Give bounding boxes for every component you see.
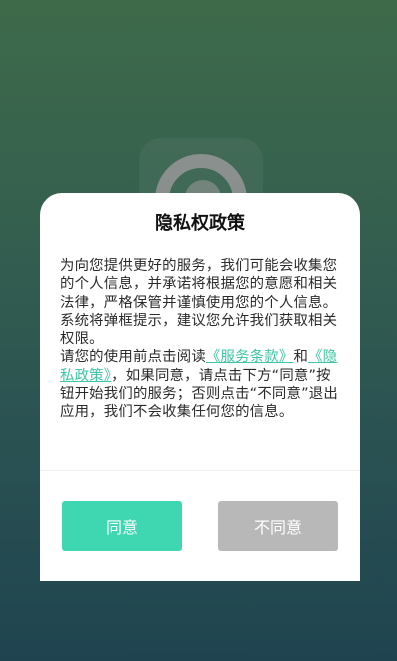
terms-link[interactable]: 《服务条款》	[206, 349, 294, 365]
divider	[40, 470, 360, 471]
dialog-body: 为向您提供更好的服务，我们可能会收集您的个人信息，并承诺将根据您的意愿和相关法律…	[60, 257, 342, 422]
privacy-dialog: 隐私权政策 为向您提供更好的服务，我们可能会收集您的个人信息，并承诺将根据您的意…	[40, 193, 360, 581]
splash-screen: 隐私权政策 为向您提供更好的服务，我们可能会收集您的个人信息，并承诺将根据您的意…	[0, 0, 397, 661]
consent-prefix: 请您的使用前点击阅读	[60, 349, 206, 366]
disagree-button[interactable]: 不同意	[218, 501, 338, 551]
dialog-title: 隐私权政策	[155, 213, 245, 234]
agree-button[interactable]: 同意	[62, 501, 182, 551]
intro-paragraph: 为向您提供更好的服务，我们可能会收集您的个人信息，并承诺将根据您的意愿和相关法律…	[60, 258, 338, 348]
consent-and: 和	[293, 349, 309, 366]
consent-paragraph: 请您的使用前点击阅读《服务条款》和《隐私政策》，如果同意，请点击下方“同意”按钮…	[60, 348, 342, 421]
